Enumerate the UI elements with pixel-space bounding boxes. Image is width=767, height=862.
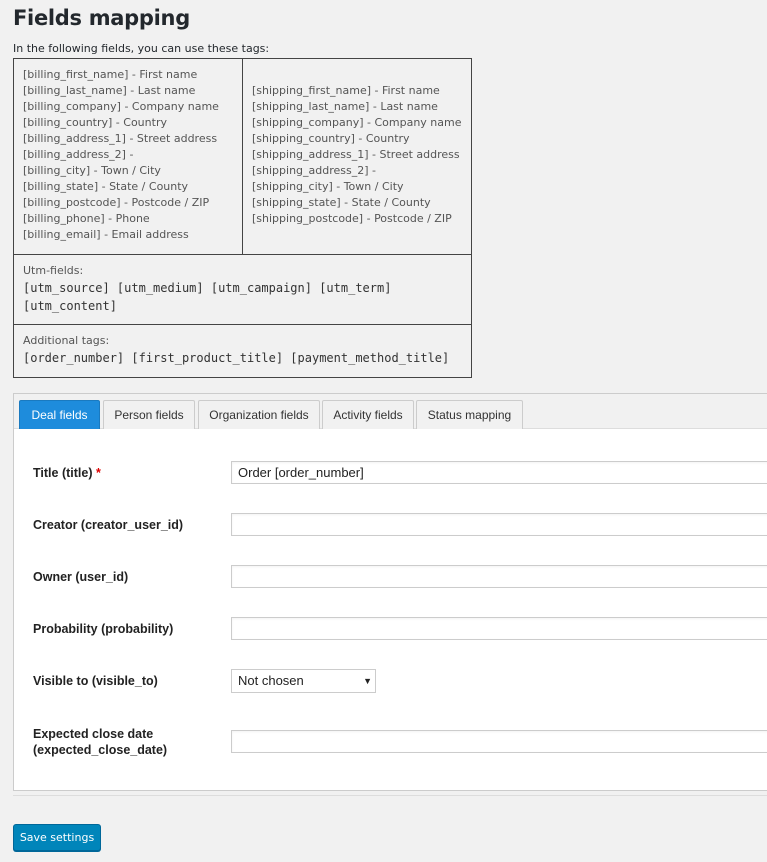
tag-item: [billing_email] - Email address — [23, 228, 189, 241]
tag-item: [billing_country] - Country — [23, 116, 167, 129]
expected-close-date-field-label: Expected close date (expected_close_date… — [33, 726, 167, 758]
visible-to-selected-value: Not chosen — [238, 673, 304, 688]
utm-tags-line: [utm_content] — [23, 299, 117, 313]
utm-tags-cell: Utm-fields: [utm_source] [utm_medium] [u… — [13, 254, 472, 325]
tag-item: [shipping_first_name] - First name — [252, 84, 440, 97]
tag-item: [shipping_city] - Town / City — [252, 180, 404, 193]
tag-item: [billing_state] - State / County — [23, 180, 189, 193]
page-title: Fields mapping — [13, 6, 190, 30]
creator-field-label: Creator (creator_user_id) — [33, 518, 184, 532]
divider — [13, 795, 767, 796]
tab-activity-fields[interactable]: Activity fields — [322, 400, 414, 429]
tag-item: [shipping_address_1] - Street address — [252, 148, 460, 161]
tag-item: [shipping_address_2] - — [252, 164, 376, 177]
tabs-bar: Deal fields Person fields Organization f… — [14, 394, 767, 429]
tag-item: [billing_first_name] - First name — [23, 68, 198, 81]
tab-person-fields[interactable]: Person fields — [103, 400, 195, 429]
tag-item: [billing_city] - Town / City — [23, 164, 161, 177]
tab-deal-fields[interactable]: Deal fields — [19, 400, 100, 429]
expected-close-date-label-line: (expected_close_date) — [33, 743, 168, 757]
title-input[interactable] — [231, 461, 767, 484]
additional-label: Additional tags: — [23, 334, 110, 347]
owner-input[interactable] — [231, 565, 767, 588]
tags-intro: In the following fields, you can use the… — [13, 42, 270, 55]
probability-field-label: Probability (probability) — [33, 622, 174, 636]
creator-input[interactable] — [231, 513, 767, 536]
tag-item: [billing_company] - Company name — [23, 100, 219, 113]
tag-item: [billing_postcode] - Postcode / ZIP — [23, 196, 210, 209]
utm-tags-line: [utm_source] [utm_medium] [utm_campaign]… — [23, 281, 392, 295]
save-settings-button[interactable]: Save settings — [13, 824, 101, 851]
shipping-tags-cell: [shipping_first_name] - First name [ship… — [242, 58, 472, 255]
tag-item: [shipping_country] - Country — [252, 132, 410, 145]
chevron-down-icon: ▼ — [363, 676, 372, 686]
title-label-text: Title (title) — [33, 466, 93, 480]
utm-label: Utm-fields: — [23, 264, 84, 277]
tab-organization-fields[interactable]: Organization fields — [198, 400, 320, 429]
expected-close-date-label-line: Expected close date — [33, 727, 154, 741]
visible-to-select[interactable]: Not chosen ▼ — [231, 669, 376, 693]
required-marker: * — [95, 466, 101, 480]
tab-status-mapping[interactable]: Status mapping — [416, 400, 523, 429]
expected-close-date-input[interactable] — [231, 730, 767, 753]
tags-table: [billing_first_name] - First name [billi… — [13, 58, 472, 378]
tag-item: [billing_last_name] - Last name — [23, 84, 196, 97]
tag-item: [billing_address_2] - — [23, 148, 134, 161]
title-field-label: Title (title) * — [33, 465, 101, 481]
tag-item: [billing_address_1] - Street address — [23, 132, 218, 145]
additional-tags-line: [order_number] [first_product_title] [pa… — [23, 351, 450, 365]
visible-to-field-label: Visible to (visible_to) — [33, 674, 158, 688]
tag-item: [shipping_company] - Company name — [252, 116, 462, 129]
billing-tags-cell: [billing_first_name] - First name [billi… — [13, 58, 243, 255]
tag-item: [shipping_postcode] - Postcode / ZIP — [252, 212, 452, 225]
tag-item: [shipping_last_name] - Last name — [252, 100, 438, 113]
additional-tags-cell: Additional tags: [order_number] [first_p… — [13, 324, 472, 378]
probability-input[interactable] — [231, 617, 767, 640]
owner-field-label: Owner (user_id) — [33, 570, 129, 584]
tag-item: [billing_phone] - Phone — [23, 212, 150, 225]
mapping-panel: Deal fields Person fields Organization f… — [13, 393, 767, 791]
tag-item: [shipping_state] - State / County — [252, 196, 431, 209]
